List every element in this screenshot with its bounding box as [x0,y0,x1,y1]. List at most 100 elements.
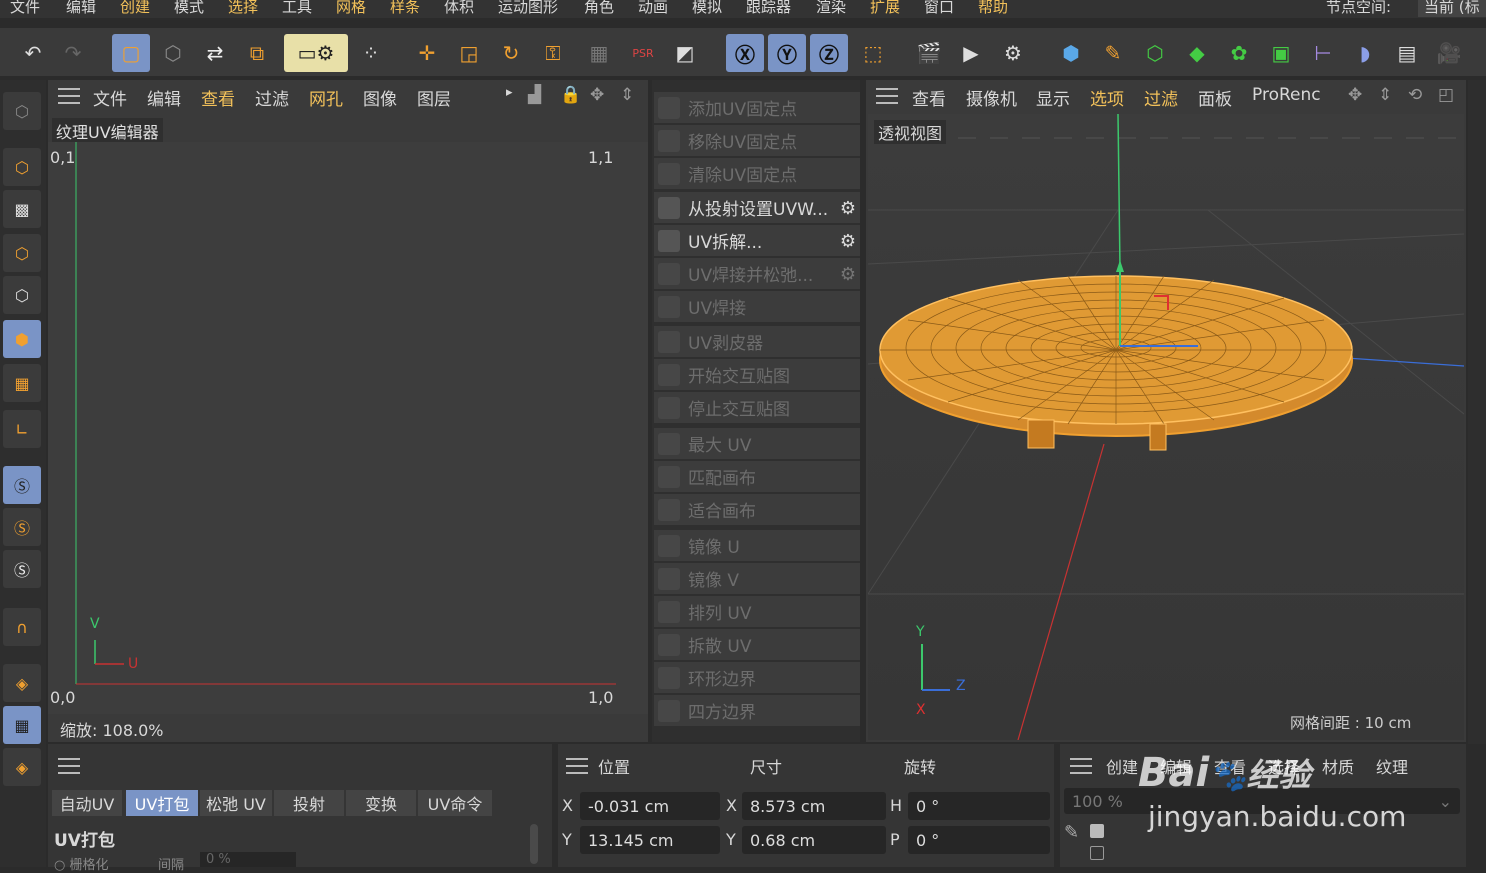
menu-spline[interactable]: 样条 [390,0,420,17]
vp-menu-camera[interactable]: 摄像机 [966,85,1017,110]
menu-mode[interactable]: 模式 [174,0,204,17]
snap-icon[interactable]: ⧉ [238,34,276,72]
convert-icon[interactable]: ⇄ [196,34,234,72]
hamburger-icon[interactable] [1070,758,1092,774]
gap-field[interactable]: 0 % [200,852,296,867]
tab-transform[interactable]: 变换 [346,790,416,816]
undo-icon[interactable]: ↶ [14,34,52,72]
mat-menu-create[interactable]: 创建 [1106,754,1138,778]
vp-menu-prorender[interactable]: ProRenc [1252,85,1321,105]
uv-menu-image[interactable]: 图像 [363,85,397,110]
vp-menu-display[interactable]: 显示 [1036,85,1070,110]
x-axis-lock-icon[interactable]: Ⓧ [726,34,764,72]
uv-menu-file[interactable]: 文件 [93,85,127,110]
uv-command-item[interactable]: 开始交互贴图 [654,359,860,390]
histogram-icon[interactable]: ▟ [528,85,541,105]
uv-menu-view[interactable]: 查看 [201,85,235,110]
psr-icon[interactable]: PSR [624,34,662,72]
vp-menu-view[interactable]: 查看 [912,85,946,110]
uv-command-item[interactable]: 拆散 UV [654,629,860,660]
menu-tracker[interactable]: 跟踪器 [746,0,791,17]
uv-command-item[interactable]: 匹配画布 [654,461,860,492]
axis-mode-icon[interactable]: ▭⚙ [284,34,348,72]
panel-scrollbar[interactable] [530,824,538,864]
pan-icon[interactable]: ✥ [590,85,604,105]
cube-icon[interactable]: ⬢ [1052,34,1090,72]
hamburger-icon[interactable] [58,758,80,774]
uv-canvas[interactable]: 0,1 1,1 0,0 1,0 V U [48,142,648,714]
filter-checkbox-icon[interactable] [1090,824,1104,838]
grid-snap-icon[interactable]: ▦ [580,34,618,72]
uv-command-item[interactable]: 从投射设置UVW... ⚙ [654,192,860,223]
uv-polygons-mode-icon[interactable]: ▦ [3,364,41,402]
dolly-icon[interactable]: ⇕ [1378,85,1392,105]
y-axis-lock-icon[interactable]: Ⓨ [768,34,806,72]
tab-relax-uv[interactable]: 松弛 UV [200,790,272,816]
field-icon[interactable]: ◗ [1346,34,1384,72]
uv-command-item[interactable]: UV拆解... ⚙ [654,225,860,256]
uv-command-item[interactable]: 环形边界 [654,662,860,693]
filter-checkbox-icon[interactable] [1090,846,1104,860]
coordinate-system-icon[interactable]: ⬚ [854,34,892,72]
menu-file[interactable]: 文件 [10,0,40,17]
camera-icon[interactable]: 🎥 [1430,34,1468,72]
uv-command-item[interactable]: UV焊接并松弛... ⚙ [654,258,860,289]
menu-edit[interactable]: 编辑 [66,0,96,17]
vp-menu-options[interactable]: 选项 [1090,85,1124,110]
menu-animate[interactable]: 动画 [638,0,668,17]
menu-extensions[interactable]: 扩展 [870,0,900,17]
uv-command-item[interactable]: 最大 UV [654,428,860,459]
uv-command-item[interactable]: 镜像 V [654,563,860,594]
menu-volume[interactable]: 体积 [444,0,474,17]
pos-x-field[interactable]: -0.031 cm [580,792,720,820]
rotate-icon[interactable]: ↻ [492,34,530,72]
uv-command-item[interactable]: 添加UV固定点 [654,92,860,123]
pen-icon[interactable]: ✎ [1094,34,1132,72]
make-editable-icon[interactable]: ⬡ [3,92,41,130]
menu-select[interactable]: 选择 [228,0,258,17]
pan-icon[interactable]: ✥ [1348,85,1362,105]
model-mode-icon[interactable]: ⬡ [154,34,192,72]
render-settings-icon[interactable]: ⚙ [994,34,1032,72]
uv-menu-edit[interactable]: 编辑 [147,85,181,110]
menu-mograph[interactable]: 运动图形 [498,0,558,17]
menu-render[interactable]: 渲染 [816,0,846,17]
axis-tool-icon[interactable]: ∟ [3,410,41,448]
size-y-field[interactable]: 0.68 cm [742,826,886,854]
expand-arrow-icon[interactable]: ▸ [506,85,513,100]
menu-mesh[interactable]: 网格 [336,0,366,17]
uv-command-item[interactable]: 停止交互贴图 [654,392,860,423]
tab-uv-commands[interactable]: UV命令 [418,790,492,816]
uv-command-item[interactable]: 适合画布 [654,494,860,525]
object-mode-icon[interactable]: ⬡ [3,148,41,186]
locked-workplane-icon[interactable]: ▦ [3,706,41,744]
hamburger-icon[interactable] [566,758,588,774]
uv-command-item[interactable]: 清除UV固定点 [654,158,860,189]
points-mode-icon[interactable]: ⬡ [3,234,41,272]
uv-command-item[interactable]: UV焊接 [654,291,860,322]
rot-h-field[interactable]: 0 ° [908,792,1050,820]
hamburger-icon[interactable] [876,88,898,104]
uv-command-item[interactable]: 四方边界 [654,695,860,726]
mat-menu-texture[interactable]: 纹理 [1376,754,1408,778]
polygons-mode-icon[interactable]: ⬢ [3,320,41,358]
edges-mode-icon[interactable]: ⬡ [3,276,41,314]
gear-icon[interactable]: ⚙ [840,231,856,252]
z-axis-lock-icon[interactable]: Ⓩ [810,34,848,72]
tab-projection[interactable]: 投射 [274,790,344,816]
move-icon[interactable]: ✛ [408,34,446,72]
solo-icon[interactable]: Ⓢ [3,466,41,504]
rasterize-checkbox[interactable]: ○ 栅格化 [54,854,109,873]
uv-menu-mesh[interactable]: 网孔 [309,85,343,110]
pos-y-field[interactable]: 13.145 cm [580,826,720,854]
gear-icon[interactable]: ⚙ [840,198,856,219]
brush-icon[interactable]: ✎ [1064,822,1079,843]
cloner-icon[interactable]: ✿ [1220,34,1258,72]
vp-menu-panel[interactable]: 面板 [1198,85,1232,110]
scale-icon[interactable]: ◲ [450,34,488,72]
maximize-icon[interactable]: ⇕ [620,85,634,105]
redo-icon[interactable]: ↷ [54,34,92,72]
workplane-grid-icon[interactable]: ◈ [3,664,41,702]
uv-menu-filter[interactable]: 过滤 [255,85,289,110]
menu-tools[interactable]: 工具 [282,0,312,17]
